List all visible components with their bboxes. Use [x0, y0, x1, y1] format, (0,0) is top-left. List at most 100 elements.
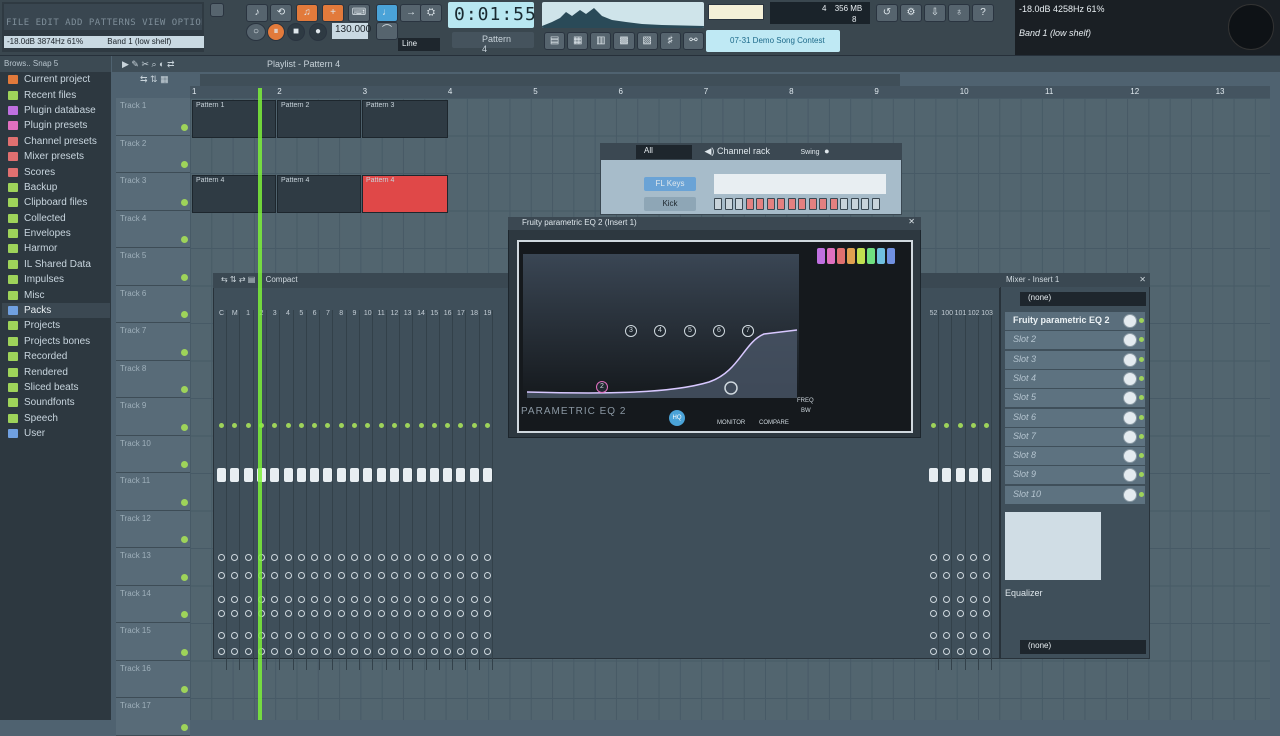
- strip-fader[interactable]: [336, 468, 346, 482]
- strip-knob[interactable]: [417, 596, 425, 603]
- strip-knob[interactable]: [930, 648, 937, 655]
- strip-knob[interactable]: [297, 610, 305, 617]
- track-mute-led[interactable]: [181, 686, 188, 693]
- track-mute-led[interactable]: [181, 536, 188, 543]
- pattern-clip[interactable]: Pattern 3: [362, 100, 448, 138]
- strip-knob[interactable]: [470, 554, 478, 561]
- mixer-strip[interactable]: 13: [402, 310, 414, 670]
- track-mute-led[interactable]: [181, 273, 188, 281]
- strip-knob[interactable]: [983, 554, 991, 561]
- strip-knob[interactable]: [244, 554, 252, 561]
- browser-item[interactable]: Harmor: [2, 241, 110, 256]
- strip-knob[interactable]: [218, 648, 225, 655]
- slot-mix-knob[interactable]: [1123, 410, 1137, 425]
- strip-knob[interactable]: [969, 596, 977, 603]
- slot-mix-knob[interactable]: [1123, 391, 1137, 406]
- strip-knob[interactable]: [337, 572, 345, 579]
- stop-button[interactable]: ■: [287, 23, 305, 41]
- mixer-strip[interactable]: 16: [442, 310, 454, 670]
- slot-mix-knob[interactable]: [1123, 468, 1137, 483]
- strip-enable-led[interactable]: [272, 423, 278, 428]
- browser-item[interactable]: Envelopes: [2, 226, 110, 241]
- browser-title[interactable]: Brows.. Snap 5: [0, 56, 111, 72]
- browser-item[interactable]: Collected: [2, 211, 110, 226]
- strip-fader[interactable]: [283, 468, 293, 482]
- step-button[interactable]: [777, 198, 785, 210]
- strip-fader[interactable]: [469, 468, 479, 482]
- strip-knob[interactable]: [983, 596, 991, 603]
- strip-knob[interactable]: [417, 648, 425, 655]
- track-header[interactable]: Track 12: [116, 510, 190, 548]
- volume-knob[interactable]: [210, 3, 224, 17]
- mixer-layout-label[interactable]: Compact: [266, 275, 298, 284]
- mixer-strip[interactable]: 103: [981, 310, 993, 670]
- mixer-icon[interactable]: ▩: [613, 32, 635, 50]
- strip-knob[interactable]: [218, 572, 225, 579]
- strip-knob[interactable]: [297, 632, 305, 639]
- strip-knob[interactable]: [956, 648, 964, 655]
- strip-enable-led[interactable]: [984, 423, 990, 428]
- step-button[interactable]: [861, 198, 869, 210]
- browser-item[interactable]: Clipboard files: [2, 195, 110, 210]
- strip-fader[interactable]: [955, 468, 965, 482]
- strip-fader[interactable]: [296, 468, 306, 482]
- slot-enable-led[interactable]: [1139, 356, 1144, 362]
- track-mute-led[interactable]: [181, 348, 188, 356]
- strip-enable-led[interactable]: [325, 423, 331, 428]
- strip-knob[interactable]: [430, 632, 438, 639]
- timeline-ruler[interactable]: 1 2 3 4 5 6 7 8 9 10 11 12 13: [190, 86, 1270, 98]
- wait-icon[interactable]: →: [400, 4, 422, 22]
- strip-knob[interactable]: [484, 554, 491, 561]
- strip-knob[interactable]: [457, 632, 465, 639]
- strip-knob[interactable]: [271, 572, 279, 579]
- strip-knob[interactable]: [377, 596, 385, 603]
- effect-slot[interactable]: Slot 2: [1005, 331, 1145, 350]
- step-button[interactable]: [735, 198, 743, 210]
- browser-item[interactable]: Impulses: [2, 272, 110, 287]
- strip-knob[interactable]: [231, 610, 239, 617]
- track-header[interactable]: Track 14: [116, 585, 190, 623]
- strip-enable-led[interactable]: [405, 423, 411, 428]
- track-mute-led[interactable]: [181, 573, 188, 581]
- strip-knob[interactable]: [943, 572, 951, 579]
- strip-knob[interactable]: [351, 648, 358, 655]
- strip-enable-led[interactable]: [418, 423, 424, 428]
- mixer-strip[interactable]: 19: [482, 310, 493, 670]
- strip-knob[interactable]: [390, 554, 398, 561]
- strip-knob[interactable]: [244, 572, 252, 579]
- strip-knob[interactable]: [417, 572, 425, 579]
- track-mute-led[interactable]: [181, 236, 188, 243]
- strip-fader[interactable]: [929, 468, 938, 482]
- track-mute-led[interactable]: [181, 461, 188, 468]
- strip-knob[interactable]: [364, 632, 372, 639]
- strip-knob[interactable]: [284, 632, 292, 639]
- band-4-color[interactable]: [847, 248, 855, 264]
- strip-knob[interactable]: [377, 632, 385, 639]
- browser-item[interactable]: Plugin database: [2, 103, 110, 118]
- strip-knob[interactable]: [364, 554, 372, 561]
- strip-enable-led[interactable]: [944, 423, 950, 428]
- touch-keyboard-icon[interactable]: ⚯: [682, 32, 704, 50]
- slot-enable-led[interactable]: [1139, 395, 1144, 401]
- step-button[interactable]: [829, 198, 838, 210]
- hq-button[interactable]: HQ: [669, 410, 685, 426]
- strip-enable-led[interactable]: [365, 423, 371, 428]
- track-mute-led[interactable]: [181, 723, 188, 731]
- render-icon[interactable]: ⇩: [924, 4, 946, 22]
- strip-fader[interactable]: [217, 468, 226, 482]
- band-2-color[interactable]: [827, 248, 835, 264]
- monitor-label[interactable]: MONITOR: [717, 420, 745, 426]
- browser-item[interactable]: Mixer presets: [2, 149, 110, 164]
- step-button[interactable]: [766, 198, 775, 210]
- strip-knob[interactable]: [444, 572, 452, 579]
- band-6-color[interactable]: [867, 248, 875, 264]
- pattern-selector[interactable]: Pattern 4: [452, 32, 534, 54]
- track-header[interactable]: Track 11: [116, 473, 190, 511]
- track-header[interactable]: Track 7: [116, 323, 190, 361]
- browser-item[interactable]: Scores: [2, 164, 110, 179]
- strip-knob[interactable]: [284, 572, 292, 579]
- strip-knob[interactable]: [311, 610, 319, 617]
- step-button[interactable]: [808, 198, 817, 210]
- browser-item[interactable]: Misc: [2, 287, 110, 302]
- strip-fader[interactable]: [310, 468, 320, 482]
